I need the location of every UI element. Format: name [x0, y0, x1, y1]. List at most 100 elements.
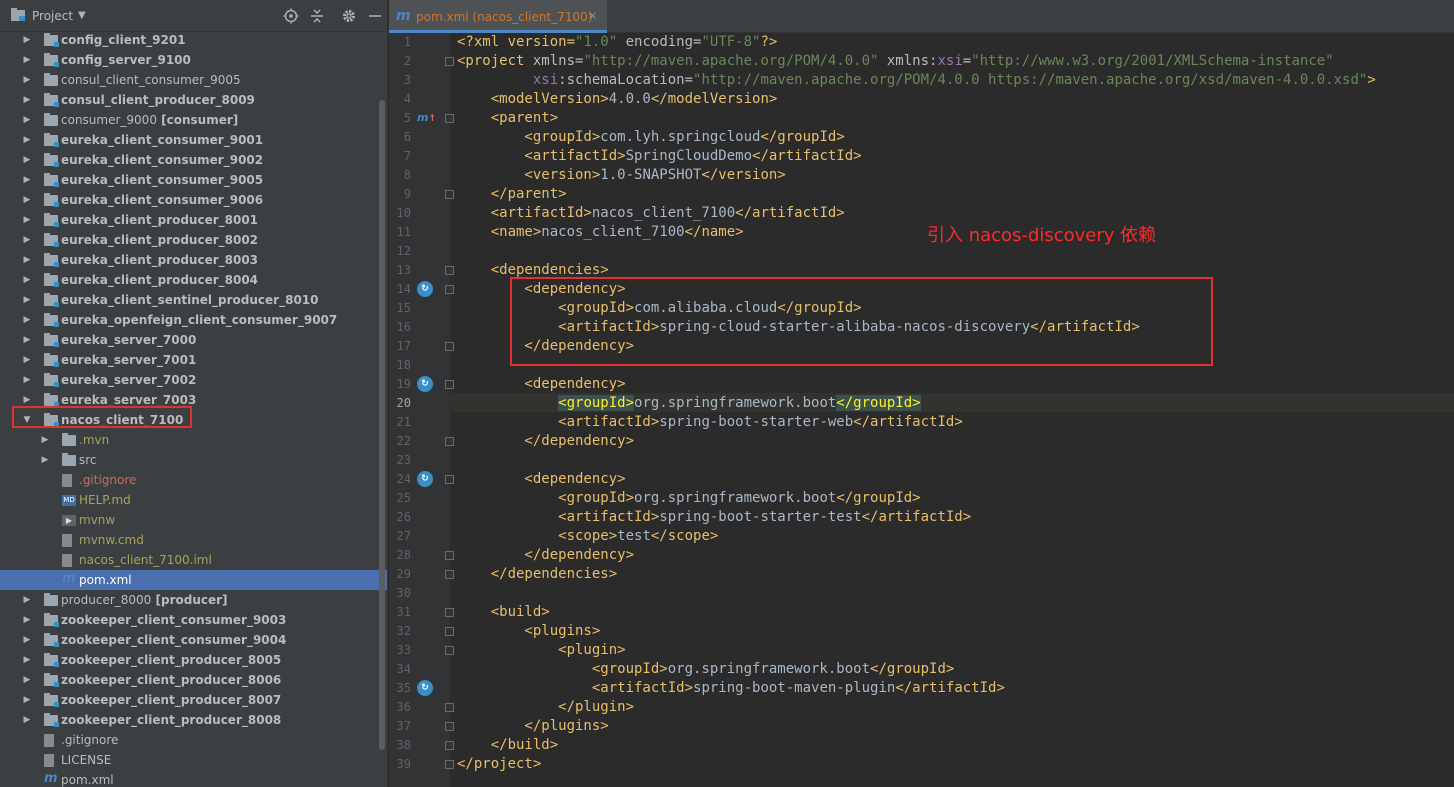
- collapse-arrow-icon[interactable]: ▶: [22, 150, 32, 170]
- code-line[interactable]: <artifactId>spring-boot-starter-web</art…: [457, 413, 963, 432]
- tree-item[interactable]: ▶ zookeeper_client_producer_8006: [0, 670, 378, 690]
- fold-marker-icon[interactable]: [445, 380, 454, 389]
- tree-item[interactable]: LICENSE: [0, 750, 378, 770]
- fold-marker-icon[interactable]: [445, 646, 454, 655]
- tree-item[interactable]: ▶ eureka_client_producer_8001: [0, 210, 378, 230]
- code-line[interactable]: <modelVersion>4.0.0</modelVersion>: [457, 90, 778, 109]
- tree-item[interactable]: ▶ src: [0, 450, 378, 470]
- tree-item[interactable]: mvnw.cmd: [0, 530, 378, 550]
- code-line[interactable]: <artifactId>nacos_client_7100</artifactI…: [457, 204, 845, 223]
- code-line[interactable]: <plugin>: [457, 641, 625, 660]
- collapse-arrow-icon[interactable]: ▶: [22, 650, 32, 670]
- tree-item[interactable]: ▶ consul_client_consumer_9005: [0, 70, 378, 90]
- collapse-arrow-icon[interactable]: ▶: [22, 210, 32, 230]
- minimize-icon[interactable]: [367, 8, 383, 29]
- code-line[interactable]: </dependency>: [457, 432, 634, 451]
- project-scrollbar[interactable]: [379, 100, 385, 750]
- code-line[interactable]: </project>: [457, 755, 541, 774]
- dependency-refresh-icon[interactable]: ↻: [417, 471, 433, 487]
- tree-item[interactable]: ▶ eureka_client_sentinel_producer_8010: [0, 290, 378, 310]
- collapse-arrow-icon[interactable]: ▶: [22, 170, 32, 190]
- fold-marker-icon[interactable]: [445, 627, 454, 636]
- tree-item[interactable]: .gitignore: [0, 470, 378, 490]
- code-line[interactable]: <groupId>org.springframework.boot</group…: [457, 394, 921, 413]
- code-line[interactable]: </dependencies>: [457, 565, 617, 584]
- collapse-arrow-icon[interactable]: ▶: [22, 610, 32, 630]
- collapse-arrow-icon[interactable]: ▶: [22, 670, 32, 690]
- code-line[interactable]: <groupId>com.lyh.springcloud</groupId>: [457, 128, 844, 147]
- code-line[interactable]: <dependency>: [457, 375, 625, 394]
- collapse-arrow-icon[interactable]: ▶: [22, 710, 32, 730]
- tree-item[interactable]: ▶ eureka_server_7002: [0, 370, 378, 390]
- fold-marker-icon[interactable]: [445, 190, 454, 199]
- tree-item[interactable]: ▶ eureka_client_producer_8002: [0, 230, 378, 250]
- tree-item[interactable]: ▶ zookeeper_client_producer_8007: [0, 690, 378, 710]
- tree-item[interactable]: ▶ producer_8000 [producer]: [0, 590, 378, 610]
- collapse-arrow-icon[interactable]: ▶: [40, 450, 50, 470]
- collapse-arrow-icon[interactable]: ▶: [40, 430, 50, 450]
- collapse-arrow-icon[interactable]: ▶: [22, 590, 32, 610]
- fold-marker-icon[interactable]: [445, 760, 454, 769]
- code-line[interactable]: xsi:schemaLocation="http://maven.apache.…: [457, 71, 1376, 90]
- code-line[interactable]: </build>: [457, 736, 558, 755]
- chevron-down-icon[interactable]: ▼: [78, 8, 86, 24]
- tab-pom-xml[interactable]: m pom.xml (nacos_client_7100) ×: [389, 0, 607, 33]
- collapse-arrow-icon[interactable]: ▶: [22, 310, 32, 330]
- tree-item[interactable]: ▶ eureka_server_7001: [0, 350, 378, 370]
- code-line[interactable]: <artifactId>spring-boot-maven-plugin</ar…: [457, 679, 1005, 698]
- tree-item[interactable]: ▶ zookeeper_client_consumer_9004: [0, 630, 378, 650]
- tree-item[interactable]: ▶ eureka_client_producer_8004: [0, 270, 378, 290]
- tree-item[interactable]: ▶ mvnw: [0, 510, 378, 530]
- fold-marker-icon[interactable]: [445, 551, 454, 560]
- dependency-refresh-icon[interactable]: ↻: [417, 281, 433, 297]
- dependency-refresh-icon[interactable]: ↻: [417, 376, 433, 392]
- tree-item[interactable]: ▶ config_client_9201: [0, 30, 378, 50]
- code-editor[interactable]: 1 2 3 4 5 6 7 8 9 10 11 12 13 14 15 16 17 18 19 20 21 22 23 24 2…: [389, 33, 1454, 787]
- tree-item[interactable]: ▶ eureka_client_consumer_9001: [0, 130, 378, 150]
- tree-item[interactable]: ▶ eureka_server_7000: [0, 330, 378, 350]
- tree-item[interactable]: ▶ eureka_client_producer_8003: [0, 250, 378, 270]
- code-line[interactable]: <project xmlns="http://maven.apache.org/…: [457, 52, 1334, 71]
- fold-marker-icon[interactable]: [445, 285, 454, 294]
- code-line[interactable]: <artifactId>SpringCloudDemo</artifactId>: [457, 147, 861, 166]
- code-line[interactable]: <parent>: [457, 109, 558, 128]
- tree-item[interactable]: ▶ consul_client_producer_8009: [0, 90, 378, 110]
- collapse-arrow-icon[interactable]: ▶: [22, 30, 32, 50]
- close-icon[interactable]: ×: [588, 9, 597, 22]
- collapse-all-icon[interactable]: [309, 8, 325, 29]
- code-line[interactable]: <artifactId>spring-boot-starter-test</ar…: [457, 508, 971, 527]
- code-line[interactable]: </dependency>: [457, 546, 634, 565]
- tree-item[interactable]: MD HELP.md: [0, 490, 378, 510]
- tree-item[interactable]: nacos_client_7100.iml: [0, 550, 378, 570]
- collapse-arrow-icon[interactable]: ▶: [22, 330, 32, 350]
- collapse-arrow-icon[interactable]: ▶: [22, 110, 32, 130]
- code-line[interactable]: <scope>test</scope>: [457, 527, 718, 546]
- fold-marker-icon[interactable]: [445, 475, 454, 484]
- tree-item[interactable]: ▶ eureka_client_consumer_9005: [0, 170, 378, 190]
- fold-marker-icon[interactable]: [445, 741, 454, 750]
- collapse-arrow-icon[interactable]: ▶: [22, 690, 32, 710]
- collapse-arrow-icon[interactable]: ▶: [22, 250, 32, 270]
- collapse-arrow-icon[interactable]: ▶: [22, 350, 32, 370]
- tree-item[interactable]: m pom.xml: [0, 570, 387, 590]
- code-line[interactable]: </plugins>: [457, 717, 608, 736]
- tree-item[interactable]: ▶ config_server_9100: [0, 50, 378, 70]
- collapse-arrow-icon[interactable]: ▶: [22, 70, 32, 90]
- fold-marker-icon[interactable]: [445, 342, 454, 351]
- tree-item[interactable]: ▶ eureka_client_consumer_9002: [0, 150, 378, 170]
- collapse-arrow-icon[interactable]: ▶: [22, 90, 32, 110]
- project-view-icon[interactable]: [10, 7, 26, 28]
- code-line[interactable]: <version>1.0-SNAPSHOT</version>: [457, 166, 785, 185]
- tree-item[interactable]: ▶ zookeeper_client_producer_8008: [0, 710, 378, 730]
- tree-item[interactable]: ▶ zookeeper_client_consumer_9003: [0, 610, 378, 630]
- collapse-arrow-icon[interactable]: ▶: [22, 270, 32, 290]
- tree-item[interactable]: ▶ eureka_openfeign_client_consumer_9007: [0, 310, 378, 330]
- tree-item[interactable]: m pom.xml: [0, 770, 378, 787]
- collapse-arrow-icon[interactable]: ▶: [22, 130, 32, 150]
- code-line[interactable]: <?xml version="1.0" encoding="UTF-8"?>: [457, 33, 777, 52]
- gear-icon[interactable]: [341, 8, 357, 29]
- code-line[interactable]: <plugins>: [457, 622, 600, 641]
- fold-marker-icon[interactable]: [445, 57, 454, 66]
- collapse-arrow-icon[interactable]: ▶: [22, 370, 32, 390]
- fold-marker-icon[interactable]: [445, 608, 454, 617]
